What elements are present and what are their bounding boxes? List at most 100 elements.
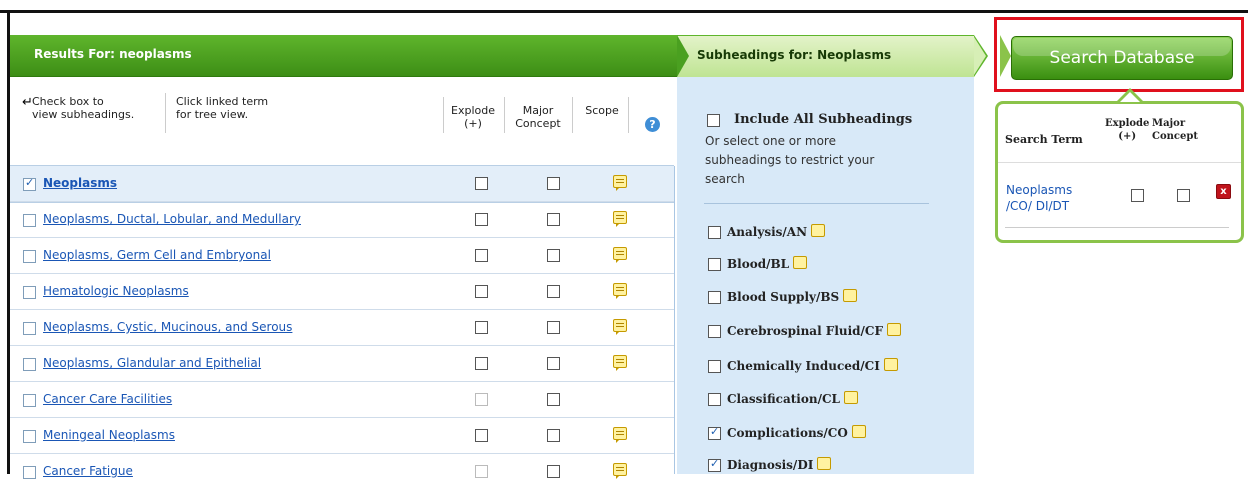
column-header-explode: Explode (+) — [451, 104, 495, 130]
scope-note-icon[interactable] — [613, 319, 627, 335]
scope-note-icon[interactable] — [613, 355, 627, 371]
subheading-item[interactable]: Chemically Induced/CI — [727, 358, 898, 373]
term-link[interactable]: Hematologic Neoplasms — [43, 284, 189, 298]
scope-note-icon[interactable] — [613, 283, 627, 299]
table-row[interactable]: Neoplasms, Germ Cell and Embryonal — [10, 237, 674, 274]
subheading-item[interactable]: Classification/CL — [727, 391, 858, 406]
explode-checkbox[interactable] — [475, 177, 488, 190]
scope-note-icon[interactable] — [613, 211, 627, 227]
major-concept-checkbox[interactable] — [547, 213, 560, 226]
table-row[interactable]: Cancer Care Facilities — [10, 381, 674, 418]
major-concept-checkbox[interactable] — [547, 285, 560, 298]
scope-note-icon[interactable] — [793, 256, 808, 269]
scope-note-icon[interactable] — [817, 457, 832, 470]
subheading-label: Chemically Induced/CI — [727, 359, 880, 373]
subheading-checkbox[interactable] — [708, 258, 721, 271]
subheading-checkbox-checked[interactable] — [708, 457, 721, 472]
row-checkbox[interactable] — [23, 430, 36, 443]
search-explode-checkbox[interactable] — [1131, 189, 1144, 202]
scope-note-icon[interactable] — [613, 427, 627, 443]
subheading-item[interactable]: Cerebrospinal Fluid/CF — [727, 323, 902, 338]
term-link[interactable]: Cancer Fatigue — [43, 464, 133, 478]
explode-checkbox[interactable] — [475, 213, 488, 226]
row-checkbox[interactable] — [23, 322, 36, 335]
subheading-checkbox[interactable] — [708, 325, 721, 338]
subheadings-header: Subheadings for: Neoplasms — [677, 35, 974, 78]
col-major-line2: Concept — [515, 117, 561, 130]
scope-note-icon[interactable] — [613, 247, 627, 263]
search-explode-line2: (+) — [1118, 131, 1137, 142]
include-all-description: Or select one or more subheadings to res… — [705, 134, 875, 186]
remove-term-icon[interactable]: x — [1216, 184, 1231, 199]
scope-note-icon[interactable] — [887, 323, 902, 336]
subheading-checkbox[interactable] — [708, 226, 721, 239]
term-link[interactable]: Neoplasms — [43, 176, 117, 190]
term-link[interactable]: Neoplasms, Cystic, Mucinous, and Serous — [43, 320, 292, 334]
hint-click-line1: Click linked term — [176, 95, 269, 108]
explode-checkbox[interactable] — [475, 285, 488, 298]
callout-caret-fill — [1120, 92, 1140, 102]
table-row[interactable]: Hematologic Neoplasms — [10, 273, 674, 310]
major-concept-checkbox[interactable] — [547, 429, 560, 442]
explode-checkbox[interactable] — [475, 357, 488, 370]
scope-note-icon[interactable] — [843, 289, 858, 302]
include-all-label: Include All Subheadings — [734, 112, 913, 127]
subheading-item[interactable]: Complications/CO — [727, 425, 866, 440]
term-link[interactable]: Neoplasms, Germ Cell and Embryonal — [43, 248, 271, 262]
subheading-label: Complications/CO — [727, 426, 848, 440]
scope-note-icon[interactable] — [851, 425, 866, 438]
row-checkbox[interactable] — [23, 176, 36, 191]
explode-checkbox-disabled — [475, 393, 488, 406]
frame-border-top — [0, 10, 1248, 13]
row-checkbox[interactable] — [23, 286, 36, 299]
major-concept-checkbox[interactable] — [547, 393, 560, 406]
row-checkbox[interactable] — [23, 466, 36, 479]
major-concept-checkbox[interactable] — [547, 321, 560, 334]
subheading-checkbox[interactable] — [708, 360, 721, 373]
subheading-checkbox-checked[interactable] — [708, 425, 721, 440]
include-all-checkbox[interactable] — [707, 114, 720, 127]
subheading-item[interactable]: Blood/BL — [727, 256, 808, 271]
subheading-item[interactable]: Analysis/AN — [727, 224, 826, 239]
scope-note-icon[interactable] — [843, 391, 858, 404]
column-header-scope: Scope — [585, 104, 619, 117]
row-checkbox[interactable] — [23, 250, 36, 263]
header-arrow-notch — [677, 35, 689, 77]
subheadings-separator — [704, 203, 929, 204]
subheading-item[interactable]: Diagnosis/DI — [727, 457, 832, 472]
subheading-item[interactable]: Blood Supply/BS — [727, 289, 858, 304]
subheading-checkbox[interactable] — [708, 393, 721, 406]
term-link[interactable]: Meningeal Neoplasms — [43, 428, 175, 442]
explode-checkbox[interactable] — [475, 429, 488, 442]
subheading-checkbox[interactable] — [708, 291, 721, 304]
scope-note-icon[interactable] — [811, 224, 826, 237]
subheading-label: Blood/BL — [727, 257, 790, 271]
major-concept-checkbox[interactable] — [547, 465, 560, 478]
table-row[interactable]: Neoplasms — [10, 165, 674, 203]
subheading-label: Classification/CL — [727, 392, 840, 406]
column-divider — [504, 97, 505, 133]
table-row[interactable]: Neoplasms, Glandular and Epithelial — [10, 345, 674, 382]
scope-note-icon[interactable] — [883, 358, 898, 371]
table-row[interactable]: Neoplasms, Cystic, Mucinous, and Serous — [10, 309, 674, 346]
row-checkbox[interactable] — [23, 394, 36, 407]
search-term-link[interactable]: Neoplasms /CO/ DI/DT — [1006, 182, 1092, 214]
term-link[interactable]: Neoplasms, Glandular and Epithelial — [43, 356, 261, 370]
term-link[interactable]: Cancer Care Facilities — [43, 392, 172, 406]
term-link[interactable]: Neoplasms, Ductal, Lobular, and Medullar… — [43, 212, 301, 226]
table-row[interactable]: Meningeal Neoplasms — [10, 417, 674, 454]
explode-checkbox-disabled — [475, 465, 488, 478]
help-icon[interactable]: ? — [645, 117, 660, 132]
row-checkbox[interactable] — [23, 358, 36, 371]
major-concept-checkbox[interactable] — [547, 357, 560, 370]
major-concept-checkbox[interactable] — [547, 177, 560, 190]
explode-checkbox[interactable] — [475, 249, 488, 262]
table-row[interactable]: Neoplasms, Ductal, Lobular, and Medullar… — [10, 201, 674, 238]
scope-note-icon[interactable] — [613, 175, 627, 191]
major-concept-checkbox[interactable] — [547, 249, 560, 262]
row-checkbox[interactable] — [23, 214, 36, 227]
scope-note-icon[interactable] — [613, 463, 627, 479]
table-row[interactable]: Cancer Fatigue — [10, 453, 674, 490]
search-major-concept-checkbox[interactable] — [1177, 189, 1190, 202]
explode-checkbox[interactable] — [475, 321, 488, 334]
